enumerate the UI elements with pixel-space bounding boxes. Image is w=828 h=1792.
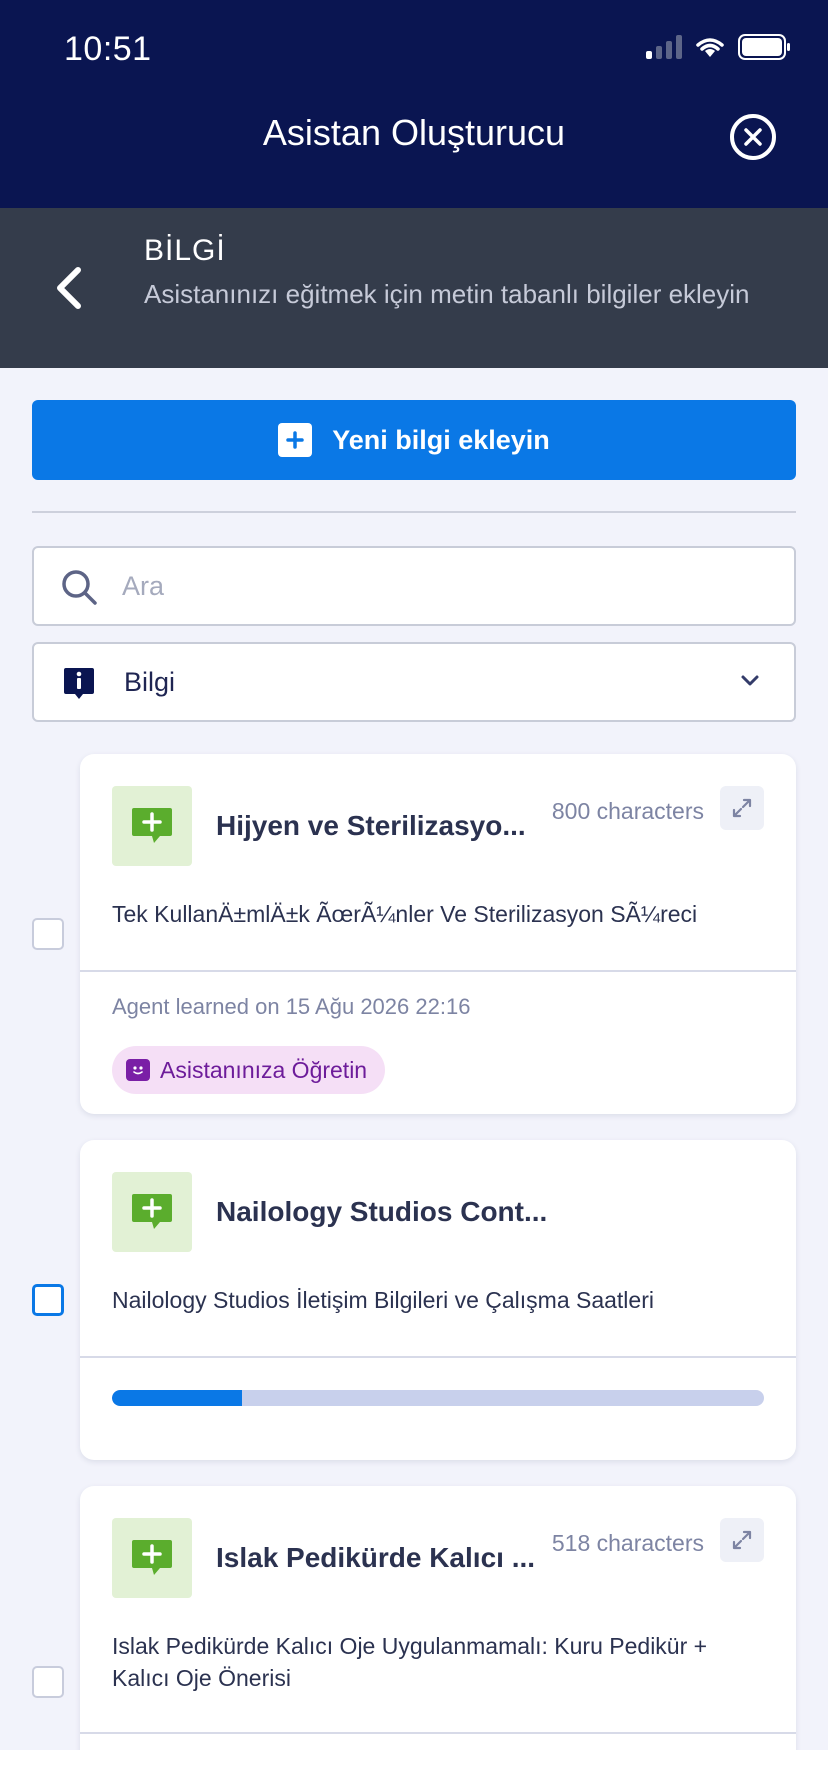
knowledge-card[interactable]: Islak Pedikürde Kalıcı ... 518 character… — [80, 1486, 796, 1792]
item-checkbox[interactable] — [32, 1284, 64, 1316]
add-knowledge-label: Yeni bilgi ekleyin — [332, 424, 550, 455]
chevron-down-icon — [741, 675, 759, 686]
card-description: Tek KullanÄ±mlÄ±k ÃœrÃ¼nler Ve Steriliza… — [112, 901, 698, 927]
section-header: BİLGİ Asistanınızı eğitmek için metin ta… — [0, 208, 828, 368]
card-divider — [80, 970, 796, 972]
knowledge-card[interactable]: Nailology Studios Cont... Nailology Stud… — [80, 1140, 796, 1460]
signal-icon — [646, 35, 682, 59]
assistant-icon — [126, 1059, 150, 1081]
card-divider — [80, 1356, 796, 1358]
teach-assistant-label: Asistanınıza Öğretin — [160, 1056, 368, 1083]
divider — [32, 511, 796, 513]
expand-button[interactable] — [720, 1518, 764, 1562]
search-input[interactable] — [122, 562, 762, 610]
item-checkbox[interactable] — [32, 918, 64, 950]
app-title: Asistan Oluşturucu — [262, 112, 566, 153]
card-title: Islak Pedikürde Kalıcı ... — [216, 1542, 536, 1573]
character-count: 800 characters — [551, 798, 704, 824]
card-title: Hijyen ve Sterilizasyo... — [216, 810, 526, 841]
info-icon — [64, 668, 94, 699]
character-count: 518 characters — [551, 1530, 704, 1556]
search-icon — [62, 570, 97, 605]
back-button[interactable] — [48, 264, 88, 312]
expand-button[interactable] — [720, 786, 764, 830]
section-title: BİLGİ — [144, 234, 226, 267]
card-divider — [80, 1732, 796, 1734]
chat-plus-icon — [112, 1172, 192, 1252]
training-progress-bar — [112, 1390, 764, 1406]
progress-fill — [112, 1390, 243, 1406]
screen: 10:51 Asistan Oluşturucu BİLGİ Asistanın… — [0, 0, 828, 1792]
expand-icon — [732, 1530, 752, 1550]
bottom-strip — [0, 1750, 828, 1792]
status-time: 10:51 — [64, 30, 152, 68]
card-title: Nailology Studios Cont... — [216, 1196, 548, 1227]
card-description: Nailology Studios İletişim Bilgileri ve … — [112, 1287, 654, 1313]
card-description: Islak Pedikürde Kalıcı Oje Uygulanmamalı… — [112, 1633, 708, 1691]
type-filter-dropdown[interactable]: Bilgi — [32, 642, 796, 722]
expand-icon — [732, 798, 752, 818]
section-subtitle: Asistanınızı eğitmek için metin tabanlı … — [144, 279, 750, 309]
item-checkbox[interactable] — [32, 1666, 64, 1698]
chat-plus-icon — [112, 1518, 192, 1598]
close-button[interactable] — [730, 114, 776, 160]
battery-icon — [738, 34, 790, 60]
add-knowledge-button[interactable]: Yeni bilgi ekleyin — [32, 400, 796, 480]
knowledge-card[interactable]: Hijyen ve Sterilizasyo... 800 characters… — [80, 754, 796, 1114]
status-icons — [646, 34, 792, 60]
wifi-icon — [696, 38, 724, 57]
learned-timestamp: Agent learned on 15 Ağu 2026 22:16 — [112, 994, 471, 1019]
chat-plus-icon — [112, 786, 192, 866]
top-nav-bar: 10:51 Asistan Oluşturucu — [0, 0, 828, 208]
teach-assistant-button[interactable]: Asistanınıza Öğretin — [112, 1046, 386, 1094]
filter-selected-value: Bilgi — [124, 667, 176, 697]
close-icon — [744, 128, 762, 146]
plus-icon — [278, 423, 313, 457]
search-box — [32, 546, 796, 626]
